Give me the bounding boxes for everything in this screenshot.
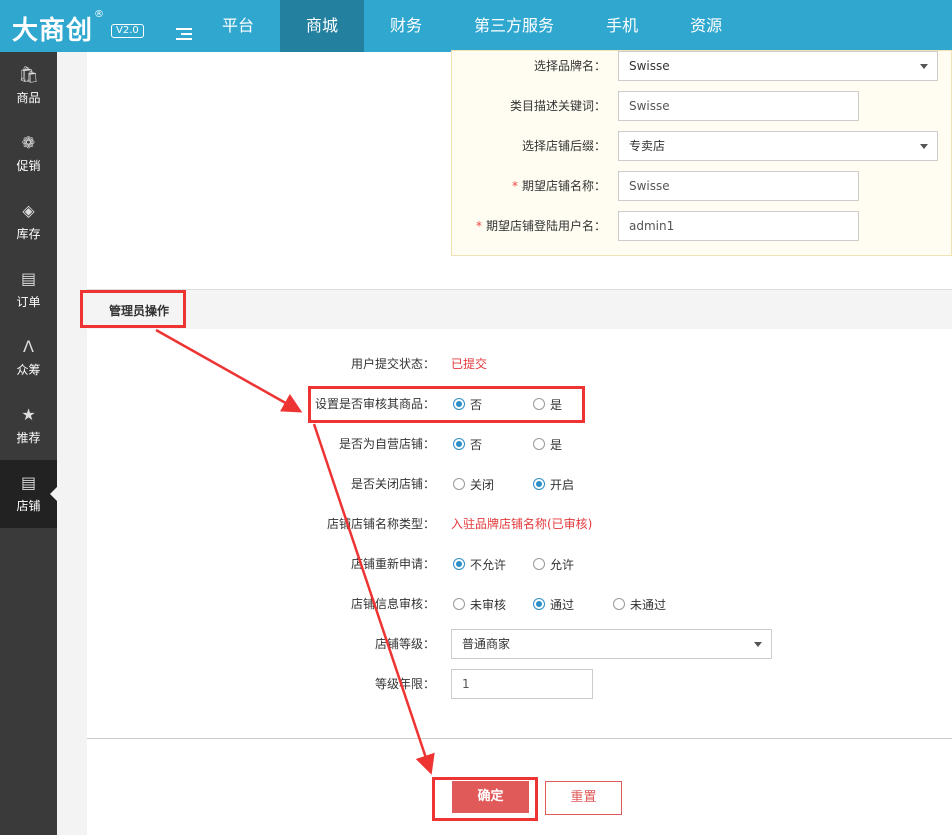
annotation-arrows [155,328,435,775]
arrow-to-review-goods [155,328,303,413]
arrow-to-confirm [312,423,435,775]
